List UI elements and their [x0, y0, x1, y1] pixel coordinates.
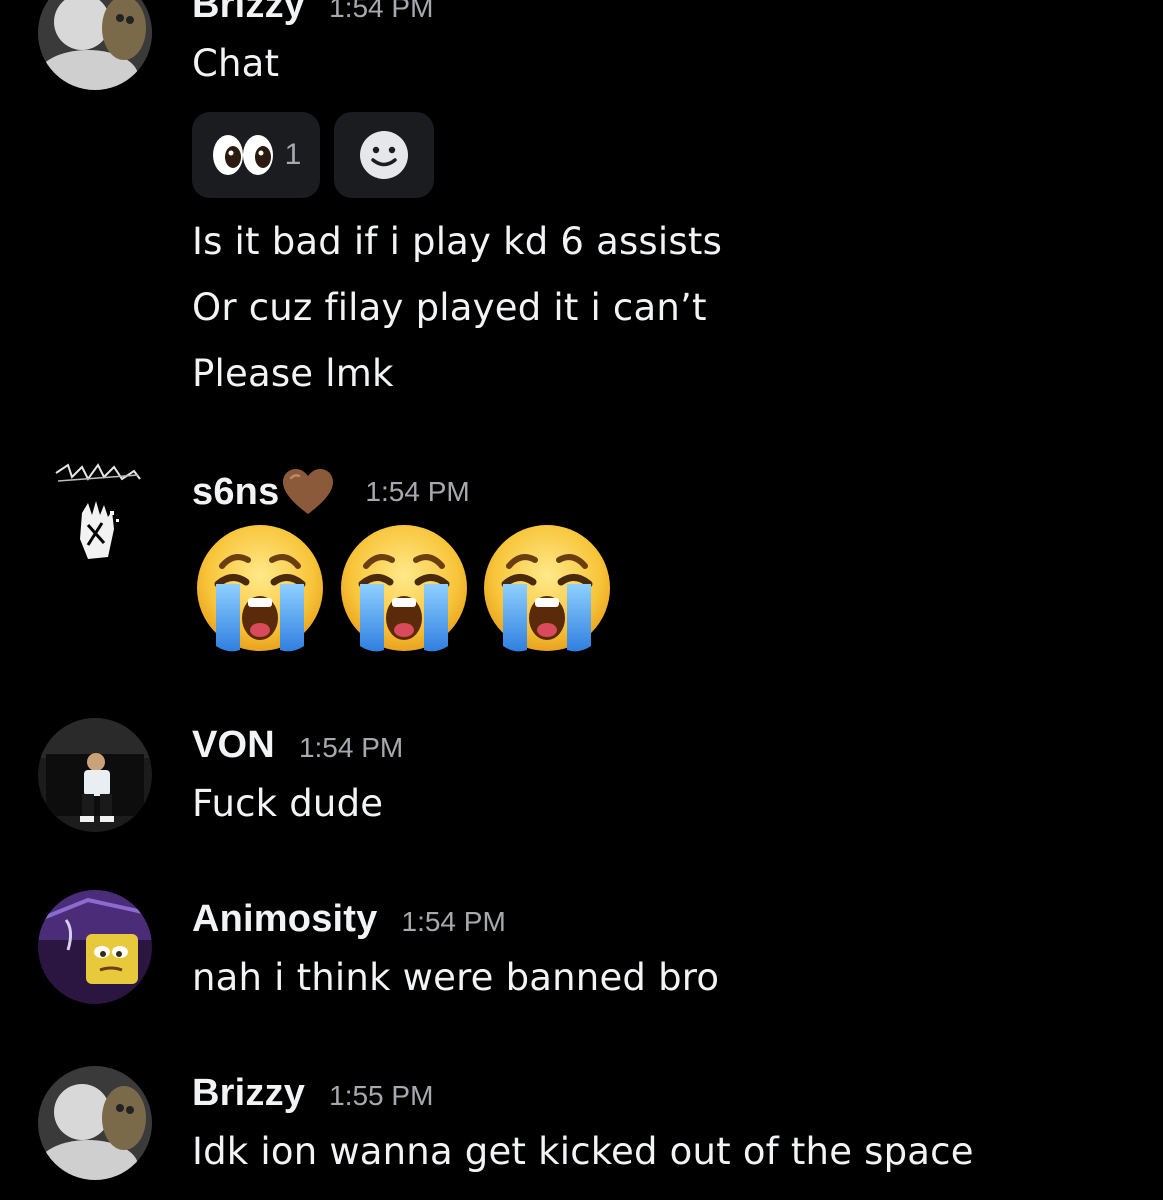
timestamp: 1:54 PM [401, 906, 506, 937]
username[interactable]: s6ns [192, 471, 279, 514]
username[interactable]: VON [192, 724, 275, 767]
avatar[interactable] [38, 890, 152, 1004]
username[interactable]: Brizzy [192, 1072, 305, 1115]
timestamp: 1:54 PM [298, 732, 404, 763]
reaction-count: 1 [284, 138, 302, 171]
message-text: Idk ion wanna get kicked out of the spac… [192, 1130, 974, 1173]
timestamp: 1:54 PM [365, 476, 470, 507]
add-reaction-button[interactable] [334, 112, 434, 198]
message-text: Fuck dude [192, 782, 384, 825]
username[interactable]: Animosity [192, 898, 378, 941]
avatar[interactable] [38, 718, 152, 832]
timestamp: 1:54 PM [329, 0, 434, 23]
avatar-image [38, 0, 152, 90]
avatar-image [38, 890, 152, 1004]
username[interactable]: Brizzy [192, 0, 305, 27]
avatar[interactable] [38, 455, 152, 569]
avatar[interactable] [38, 1066, 152, 1180]
timestamp: 1:55 PM [329, 1080, 434, 1111]
brown-heart-icon [283, 469, 334, 514]
add-reaction-icon [360, 131, 408, 179]
message-text: Chat [192, 42, 280, 85]
eyes-emoji-icon [212, 135, 273, 175]
message-text: Is it bad if i play kd 6 assists [192, 220, 723, 263]
message-text: nah i think were banned bro [192, 956, 720, 999]
loudly-crying-face-icon [338, 522, 470, 654]
avatar-image [38, 1066, 152, 1180]
loudly-crying-face-icon [481, 522, 613, 654]
avatar-image [38, 718, 152, 832]
avatar-image [38, 455, 152, 569]
loudly-crying-face-icon [194, 522, 326, 654]
reaction-eyes[interactable]: 1 [192, 112, 320, 198]
message-text: Or cuz filay played it i can’t [192, 286, 707, 329]
avatar[interactable] [38, 0, 152, 90]
message-text: Please lmk [192, 352, 394, 395]
